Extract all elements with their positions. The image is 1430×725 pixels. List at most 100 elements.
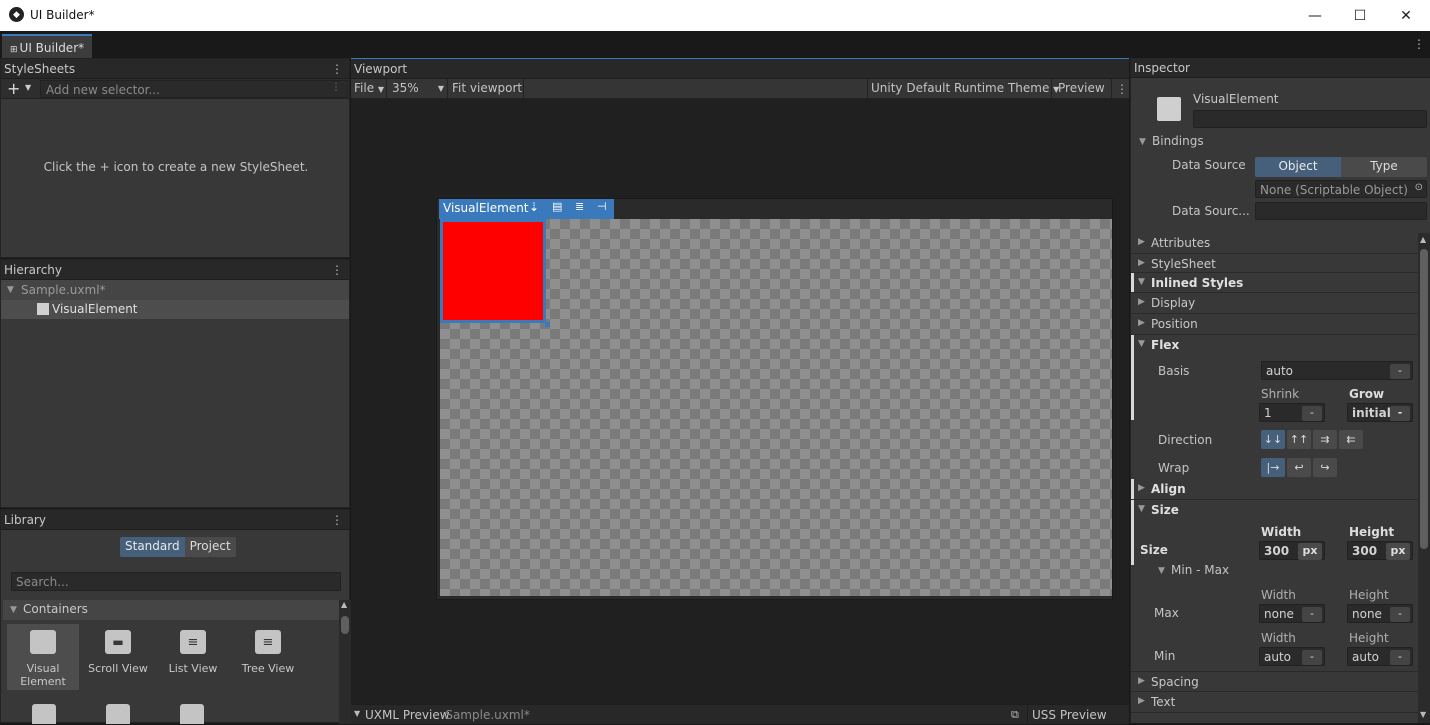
wrap-icon[interactable]: ↩ [1287,458,1311,477]
fit-viewport-button[interactable]: Fit viewport [452,81,522,95]
uxml-preview-label[interactable]: UXML Preview [353,708,450,722]
more-options-icon[interactable]: ⋮ [331,513,343,527]
width-unit-button[interactable]: px [1298,543,1322,560]
shrink-unit-button[interactable]: - [1302,406,1322,421]
min-height-input[interactable]: auto - [1347,647,1413,666]
scroll-up-icon[interactable]: ▲ [341,600,347,609]
data-source-object-button[interactable]: Object [1255,157,1341,177]
max-height-input[interactable]: none - [1347,604,1413,623]
section-size[interactable]: ▼ Size [1131,500,1418,521]
library-item-visual-element[interactable]: Visual Element [7,624,79,690]
tab-project[interactable]: Project [184,537,236,557]
element-name-input[interactable] [1193,110,1427,128]
tab-ui-builder[interactable]: ⊞ UI Builder* [2,34,92,58]
scroll-down-icon[interactable]: ▼ [1420,710,1426,719]
section-align[interactable]: ▶ Align [1131,479,1418,500]
preview-button[interactable]: Preview [1058,81,1105,95]
basis-unit-button[interactable]: - [1390,364,1410,379]
selected-visual-element[interactable] [440,219,546,323]
max-height-unit-button[interactable]: - [1390,607,1410,622]
add-selector-input[interactable]: Add new selector... [40,80,348,98]
file-menu[interactable]: File ▼ [354,81,384,95]
close-button[interactable]: ✕ [1383,0,1429,31]
expand-triangle-icon[interactable]: ▼ [1158,566,1165,576]
data-source-type-button[interactable]: Type [1341,157,1427,177]
resize-handle[interactable] [545,322,550,327]
direction-column-icon[interactable]: ↓↓ [1261,430,1285,449]
more-options-icon[interactable]: ⋮ [331,62,343,76]
unity-logo-icon: ◆ [9,7,24,22]
section-flex[interactable]: ▼ Flex [1131,335,1418,356]
wrap-reverse-icon[interactable]: ↪ [1313,458,1337,477]
library-item-list-view[interactable]: ≡ List View [157,624,229,690]
scroll-up-icon[interactable]: ▲ [1420,235,1426,244]
list-icon[interactable] [106,704,130,724]
hierarchy-item-visualelement[interactable]: VisualElement [1,300,349,319]
library-item-scroll-view[interactable]: ▬ Scroll View [82,624,154,690]
library-item-tree-view[interactable]: ≡ Tree View [232,624,304,690]
min-width-input[interactable]: auto - [1259,647,1325,666]
minimize-button[interactable]: — [1292,0,1338,31]
chevron-down-icon[interactable]: ▼ [25,83,31,92]
uss-preview-label[interactable]: USS Preview [1032,708,1107,722]
max-width-unit-button[interactable]: - [1302,607,1322,622]
selector-menu-icon[interactable]: ⋮ [331,82,341,93]
min-height-unit-button[interactable]: - [1390,650,1410,665]
expand-triangle-icon[interactable]: ▼ [7,285,14,295]
library-scrollbar[interactable]: ▲ [339,600,351,724]
more-options-icon[interactable]: ⋮ [1413,37,1425,51]
direction-row-icon[interactable]: ⇉ [1313,430,1337,449]
height-input[interactable]: 300 px [1347,541,1413,560]
open-external-icon[interactable]: ⧉ [1011,708,1019,722]
nowrap-icon[interactable]: |→ [1261,458,1285,477]
zoom-dropdown[interactable]: 35% ▼ [392,81,444,95]
stretch-icon[interactable]: ⊣ [597,200,607,213]
min-max-label[interactable]: Min - Max [1171,563,1229,577]
direction-row-reverse-icon[interactable]: ⇇ [1339,430,1363,449]
section-attributes[interactable]: ▶ Attributes [1131,233,1418,254]
width-input[interactable]: 300 px [1259,541,1325,560]
more-options-icon[interactable]: ⋮ [331,263,343,277]
more-options-icon[interactable]: ⋮ [1116,82,1128,96]
direction-column-reverse-icon[interactable]: ↑↑ [1287,430,1311,449]
grow-input[interactable]: initial - [1347,403,1413,422]
data-source-object-field[interactable]: None (Scriptable Object) ⊙ [1255,180,1427,198]
basis-input[interactable]: auto - [1261,361,1413,380]
list-icon[interactable] [32,704,56,724]
bindings-label[interactable]: Bindings [1152,134,1204,148]
hierarchy-root-item[interactable]: ▼ Sample.uxml* [1,280,349,300]
inspector-scrollbar[interactable]: ▲ ▼ [1418,233,1430,723]
expand-triangle-icon[interactable]: ▼ [1139,137,1146,147]
object-picker-icon[interactable]: ⊙ [1415,182,1423,193]
add-stylesheet-button[interactable]: + [7,79,20,98]
section-stylesheet[interactable]: ▶ StyleSheet [1131,254,1418,273]
chevron-down-icon: ▼ [437,84,444,93]
data-source-path-input[interactable] [1255,202,1427,220]
section-spacing[interactable]: ▶ Spacing [1131,671,1418,692]
expand-triangle-icon[interactable]: ▼ [10,605,17,615]
list-icon[interactable] [180,704,204,724]
tab-standard[interactable]: Standard [120,537,185,557]
canvas-element-label-bar[interactable]: VisualElement ⇣ ▤ ≣ ⊣ [439,199,614,219]
wrap-buttons: |→ ↩ ↪ [1261,458,1337,477]
scrollbar-thumb[interactable] [1420,249,1428,549]
scrollbar-thumb[interactable] [341,616,349,634]
theme-dropdown[interactable]: Unity Default Runtime Theme ▼ [871,81,1059,95]
grow-unit-button[interactable]: - [1390,406,1410,421]
section-position[interactable]: ▶ Position [1131,314,1418,335]
expand-triangle-icon: ▶ [1138,237,1145,247]
section-label: Text [1151,695,1176,709]
flex-direction-icon[interactable]: ⇣ [529,200,539,214]
section-display[interactable]: ▶ Display [1131,293,1418,314]
maximize-button[interactable]: ☐ [1337,0,1383,31]
height-unit-button[interactable]: px [1386,543,1410,560]
min-width-unit-button[interactable]: - [1302,650,1322,665]
justify-icon[interactable]: ≣ [575,200,584,213]
containers-section-header[interactable]: ▼ Containers [3,600,339,620]
section-inlined-styles[interactable]: ▼ Inlined Styles [1131,273,1418,293]
shrink-input[interactable]: 1- [1259,403,1325,422]
max-width-input[interactable]: none - [1259,604,1325,623]
section-text[interactable]: ▶ Text [1131,692,1418,713]
library-search-input[interactable]: Search... [11,572,341,591]
align-icon[interactable]: ▤ [552,200,562,213]
